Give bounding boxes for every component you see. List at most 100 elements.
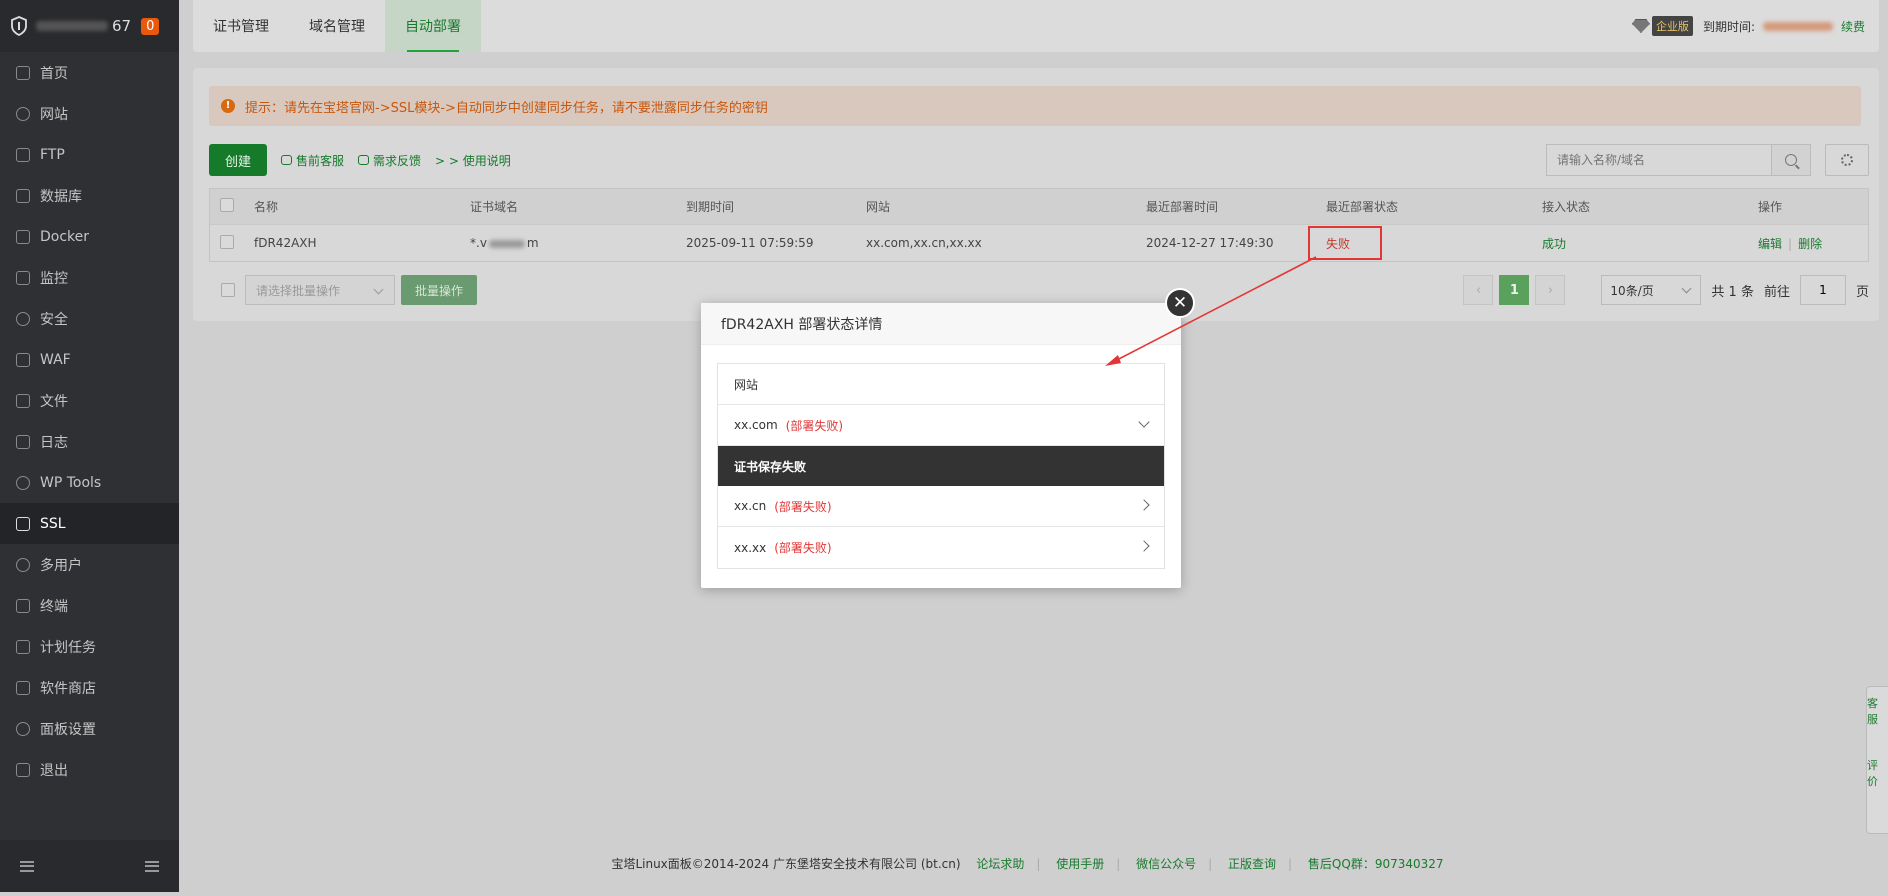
license-check-link[interactable]: 正版查询 (1228, 857, 1276, 871)
batch-action-select[interactable]: 请选择批量操作 (245, 275, 395, 305)
rating-button[interactable]: 评价 (1867, 757, 1888, 789)
sidebar-item-label: 日志 (40, 434, 68, 451)
log-icon (16, 434, 30, 449)
sidebar-item-label: 多用户 (40, 557, 82, 574)
site-row-xx-cn[interactable]: xx.cn (部署失败) (718, 486, 1164, 527)
goto-label: 前往 (1763, 284, 1790, 300)
sidebar-item-settings[interactable]: 面板设置 (0, 708, 179, 749)
deploy-status-modal: fDR42AXH 部署状态详情 ✕ 网站 xx.com (部署失败) 证书保存失… (701, 288, 1195, 588)
sidebar-item-label: SSL (40, 515, 66, 532)
search-group (1546, 144, 1869, 176)
expire-time: 2025-09-11 07:59:59 (686, 236, 814, 250)
site-status: (部署失败) (774, 541, 832, 555)
access-status: 成功 (1542, 236, 1567, 251)
sidebar-item-terminal[interactable]: 终端 (0, 585, 179, 626)
expire-label: 到期时间: (1702, 19, 1755, 34)
search-input[interactable] (1546, 144, 1771, 176)
site-status-accordion: 网站 xx.com (部署失败) 证书保存失败 xx.cn (部署失败) xx.… (717, 363, 1165, 569)
notification-badge[interactable]: 0 (141, 17, 160, 35)
site-domain: xx.cn (734, 499, 767, 513)
sidebar-item-database[interactable]: 数据库 (0, 175, 179, 216)
main-panel: ! 提示：请先在宝塔官网->SSL模块->自动同步中创建同步任务，请不要泄露同步… (193, 68, 1879, 321)
next-page-button[interactable]: › (1535, 275, 1566, 305)
docs-link[interactable]: > > 使用说明 (435, 152, 511, 169)
table-settings-button[interactable] (1825, 144, 1869, 176)
pagination: ‹ 1 › 10条/页 共 1 条 前往 页 (1457, 275, 1869, 305)
last-deploy-time: 2024-12-27 17:49:30 (1146, 236, 1274, 250)
manual-link[interactable]: 使用手册 (1056, 857, 1104, 871)
sidebar-item-label: Docker (40, 228, 90, 245)
site-domain: xx.xx (734, 540, 767, 555)
notice-banner: ! 提示：请先在宝塔官网->SSL模块->自动同步中创建同步任务，请不要泄露同步… (209, 86, 1861, 126)
tab-domain-management[interactable]: 域名管理 (289, 0, 385, 52)
select-all-checkbox[interactable] (220, 198, 234, 212)
sidebar-item-website[interactable]: 网站 (0, 93, 179, 134)
sidebar-item-docker[interactable]: Docker (0, 216, 179, 257)
highlight-box (1308, 225, 1382, 260)
sidebar-item-label: 计划任务 (40, 639, 96, 656)
row-checkbox[interactable] (220, 234, 234, 249)
sidebar-item-wp-tools[interactable]: WP Tools (0, 462, 179, 503)
page-number-button[interactable]: 1 (1499, 275, 1530, 305)
sidebar-item-logout[interactable]: 退出 (0, 749, 179, 790)
expire-date-masked (1762, 21, 1833, 31)
cert-domain: *.v m (470, 236, 539, 250)
deploy-status-failed[interactable]: 失败 (1308, 225, 1382, 260)
batch-select-all-checkbox[interactable] (221, 283, 235, 297)
table-row: fDR42AXH *.v m 2025-09-11 07:59:59 xx.com… (210, 224, 1868, 261)
sidebar-item-home[interactable]: 首页 (0, 52, 179, 93)
server-ip-suffix: 67 (112, 17, 132, 35)
sidebar-item-label: 安全 (40, 311, 68, 328)
site-status: (部署失败) (774, 499, 832, 514)
page-size-select[interactable]: 10条/页 (1601, 275, 1702, 305)
sidebar-item-cron[interactable]: 计划任务 (0, 626, 179, 667)
sidebar-item-waf[interactable]: WAF (0, 339, 179, 380)
sidebar-item-label: 文件 (40, 393, 68, 410)
server-header[interactable]: 67 0 (0, 0, 179, 52)
batch-action-button[interactable]: 批量操作 (401, 275, 478, 305)
search-button[interactable] (1771, 144, 1811, 176)
sidebar-item-logs[interactable]: 日志 (0, 421, 179, 462)
column-header: 最近部署时间 (1146, 200, 1219, 214)
edition-badge: 企业版 (1651, 16, 1693, 36)
sidebar-item-security[interactable]: 安全 (0, 298, 179, 339)
sidebar-item-label: 监控 (40, 270, 68, 287)
edit-link[interactable]: 编辑 (1758, 237, 1782, 251)
diamond-icon (1631, 19, 1650, 33)
renew-link[interactable]: 续费 (1841, 18, 1865, 35)
sidebar-item-monitor[interactable]: 监控 (0, 257, 179, 298)
sidebar-nav: 首页 网站 FTP 数据库 Docker 监控 安全 WAF 文件 日志 WP … (0, 52, 179, 790)
sidebar-item-multi-user[interactable]: 多用户 (0, 544, 179, 585)
prev-page-button[interactable]: ‹ (1463, 275, 1494, 305)
goto-page-input[interactable] (1799, 275, 1846, 305)
site-row-xx-xx[interactable]: xx.xx (部署失败) (718, 527, 1164, 568)
wechat-link[interactable]: 微信公众号 (1136, 857, 1196, 871)
sidebar-item-label: 软件商店 (40, 680, 96, 697)
column-header: 接入状态 (1542, 200, 1591, 214)
delete-link[interactable]: 删除 (1798, 237, 1822, 251)
chat-icon (281, 155, 293, 165)
search-icon (1785, 154, 1797, 166)
qq-group-link[interactable]: 售后QQ群：907340327 (1308, 857, 1444, 871)
tab-auto-deploy[interactable]: 自动部署 (385, 0, 481, 52)
customer-service-button[interactable]: 客服 (1867, 695, 1888, 727)
warning-icon: ! (221, 99, 235, 113)
close-icon[interactable]: ✕ (1165, 288, 1195, 318)
feedback-link[interactable]: 需求反馈 (358, 152, 421, 169)
presale-support-link[interactable]: 售前客服 (281, 152, 344, 169)
forum-link[interactable]: 论坛求助 (976, 857, 1024, 871)
modal-title: fDR42AXH 部署状态详情 (701, 303, 1181, 345)
certificate-icon (16, 516, 30, 531)
site-row-xx-com[interactable]: xx.com (部署失败) (718, 405, 1164, 446)
chevron-right-icon (1138, 499, 1150, 511)
sidebar-item-ftp[interactable]: FTP (0, 134, 179, 175)
create-button[interactable]: 创建 (209, 144, 268, 176)
docker-icon (16, 229, 30, 244)
tab-cert-management[interactable]: 证书管理 (193, 0, 289, 52)
sidebar-item-ssl[interactable]: SSL (0, 503, 179, 544)
sidebar-item-files[interactable]: 文件 (0, 380, 179, 421)
sidebar-item-app-store[interactable]: 软件商店 (0, 667, 179, 708)
sidebar-item-label: WAF (40, 351, 71, 368)
page-footer: 宝塔Linux面板©2014-2024 广东堡塔安全技术有限公司 (bt.cn)… (611, 857, 1444, 871)
table-footer: 请选择批量操作 批量操作 ‹ 1 › 10条/页 共 1 条 前往 页 (209, 275, 1869, 305)
